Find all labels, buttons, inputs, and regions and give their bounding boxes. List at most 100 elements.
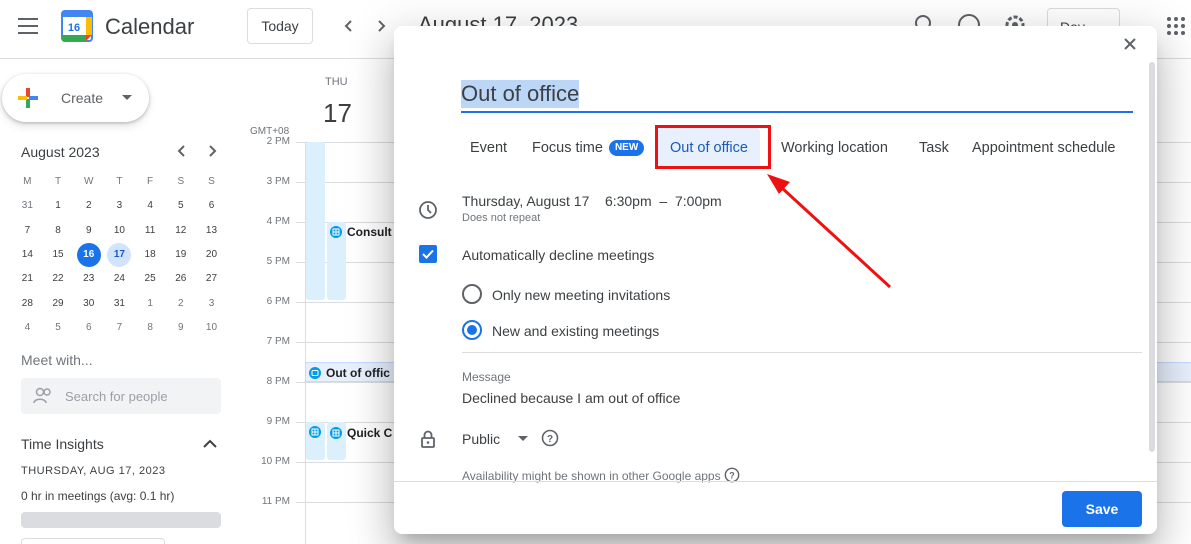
tab-working-location[interactable]: Working location <box>781 128 888 168</box>
mini-calendar-day[interactable]: 17 <box>104 243 135 268</box>
mini-calendar-day[interactable]: 13 <box>196 219 227 243</box>
mini-calendar-day[interactable]: 6 <box>196 194 227 218</box>
radio-label: Only new meeting invitations <box>492 287 671 303</box>
chevron-left-icon[interactable] <box>337 14 361 38</box>
event-editor-dialog: Out of office Event Focus time NEW Out o… <box>394 26 1157 534</box>
help-icon[interactable]: ? <box>541 429 559 447</box>
insights-more-button[interactable] <box>21 538 165 544</box>
insights-date: THURSDAY, AUG 17, 2023 <box>21 465 166 477</box>
mini-calendar-day[interactable]: 7 <box>104 316 135 340</box>
mini-calendar-day[interactable]: 1 <box>135 292 166 316</box>
search-people-input[interactable]: Search for people <box>21 378 221 414</box>
mini-calendar-day[interactable]: 6 <box>73 316 104 340</box>
scrollbar[interactable] <box>1149 62 1155 452</box>
tab-event[interactable]: Event <box>470 128 507 168</box>
date-text[interactable]: Thursday, August 17 <box>462 193 589 209</box>
create-button[interactable]: Create <box>2 74 149 122</box>
mini-calendar-day[interactable]: 3 <box>196 292 227 316</box>
mini-calendar-day[interactable]: 8 <box>135 316 166 340</box>
day-number: 14 <box>21 249 33 261</box>
weekday-header: T <box>116 176 123 188</box>
mini-calendar-day[interactable]: 8 <box>43 219 74 243</box>
day-number: 5 <box>178 200 184 212</box>
apps-grid-icon[interactable] <box>1166 16 1186 36</box>
title-input-value[interactable]: Out of office <box>461 80 580 108</box>
lock-icon <box>421 430 435 448</box>
save-button[interactable]: Save <box>1062 491 1142 527</box>
mini-calendar-day[interactable]: 7 <box>12 219 43 243</box>
radio-new-invitations[interactable] <box>462 284 482 304</box>
mini-calendar-day[interactable]: 10 <box>196 316 227 340</box>
mini-calendar-day[interactable]: 31 <box>104 292 135 316</box>
message-input[interactable]: Declined because I am out of office <box>462 390 680 406</box>
mini-calendar-day[interactable]: 2 <box>165 292 196 316</box>
day-number: 18 <box>144 249 156 261</box>
day-number: 12 <box>175 224 187 236</box>
mini-calendar-day[interactable]: 28 <box>12 292 43 316</box>
mini-calendar-day[interactable]: 18 <box>135 243 166 267</box>
mini-calendar-day[interactable]: 4 <box>135 194 166 218</box>
mini-calendar-day[interactable]: 10 <box>104 219 135 243</box>
mini-calendar-day[interactable]: 15 <box>43 243 74 267</box>
message-label: Message <box>462 370 511 384</box>
quick-event[interactable]: Quick C <box>330 426 392 440</box>
visibility-select[interactable]: Public <box>462 431 500 447</box>
tab-label: Appointment schedule <box>972 140 1116 156</box>
mini-calendar-day[interactable]: 14 <box>12 243 43 267</box>
tab-focus-time[interactable]: Focus time NEW <box>532 128 645 168</box>
mini-calendar-day[interactable]: 29 <box>43 292 74 316</box>
radio-new-and-existing[interactable] <box>462 320 482 340</box>
tab-task[interactable]: Task <box>919 128 949 168</box>
weekday-header: T <box>54 176 62 188</box>
chevron-right-icon[interactable] <box>369 14 393 38</box>
today-button[interactable]: Today <box>247 8 313 44</box>
mini-calendar-week: 7 8 9 10 11 12 13 <box>12 219 227 243</box>
mini-calendar-day[interactable]: 2 <box>73 194 104 218</box>
mini-calendar-day[interactable]: 25 <box>135 267 166 291</box>
main-menu-icon[interactable] <box>18 18 38 34</box>
hour-label: 8 PM <box>266 376 290 387</box>
start-time[interactable]: 6:30pm <box>605 193 652 209</box>
repeat-setting[interactable]: Does not repeat <box>462 212 540 224</box>
chevron-up-icon[interactable] <box>202 436 218 452</box>
mini-calendar-day[interactable]: 27 <box>196 267 227 291</box>
close-icon[interactable] <box>1122 36 1138 52</box>
mini-calendar-day[interactable]: 11 <box>135 219 166 243</box>
out-of-office-event-tail[interactable] <box>1156 362 1191 382</box>
mini-calendar-day[interactable]: 1 <box>43 194 74 218</box>
mini-calendar-day[interactable]: 31 <box>12 194 43 218</box>
mini-calendar-day[interactable]: 20 <box>196 243 227 267</box>
mini-calendar-day[interactable]: 24 <box>104 267 135 291</box>
mini-calendar-day[interactable]: 21 <box>12 267 43 291</box>
consult-event[interactable]: Consult <box>330 225 392 239</box>
caret-down-icon[interactable] <box>518 436 528 441</box>
tab-label: Focus time <box>532 140 603 156</box>
chevron-left-icon[interactable] <box>175 144 189 158</box>
mini-calendar-day[interactable]: 16 <box>73 243 104 268</box>
tab-appointment-schedule[interactable]: Appointment schedule <box>972 128 1116 168</box>
mini-calendar-day[interactable]: 9 <box>165 316 196 340</box>
quick-event-label: Quick C <box>347 426 393 440</box>
mini-calendar-day[interactable]: 5 <box>43 316 74 340</box>
chevron-right-icon[interactable] <box>205 144 219 158</box>
day-number[interactable]: 17 <box>323 98 352 129</box>
day-number: 2 <box>178 297 184 309</box>
mini-calendar-day[interactable]: 9 <box>73 219 104 243</box>
mini-calendar-day[interactable]: 12 <box>165 219 196 243</box>
end-time[interactable]: 7:00pm <box>675 193 722 209</box>
mini-calendar-day[interactable]: 19 <box>165 243 196 267</box>
out-of-office-chip[interactable]: Out of offic <box>309 366 390 380</box>
mini-calendar-day[interactable]: 30 <box>73 292 104 316</box>
mini-calendar-day[interactable]: 5 <box>165 194 196 218</box>
title-field[interactable]: Out of office <box>461 80 1133 113</box>
mini-calendar-day[interactable]: 3 <box>104 194 135 218</box>
mini-calendar-day[interactable]: 22 <box>43 267 74 291</box>
auto-decline-checkbox[interactable] <box>419 245 437 263</box>
event-block[interactable] <box>306 142 325 300</box>
mini-calendar-day[interactable]: 23 <box>73 267 104 291</box>
mini-calendar-title: August 2023 <box>21 144 100 160</box>
day-number: 8 <box>147 321 153 333</box>
date-time-row[interactable]: Thursday, August 17 6:30pm – 7:00pm <box>462 193 722 209</box>
mini-calendar-day[interactable]: 26 <box>165 267 196 291</box>
mini-calendar-day[interactable]: 4 <box>12 316 43 340</box>
